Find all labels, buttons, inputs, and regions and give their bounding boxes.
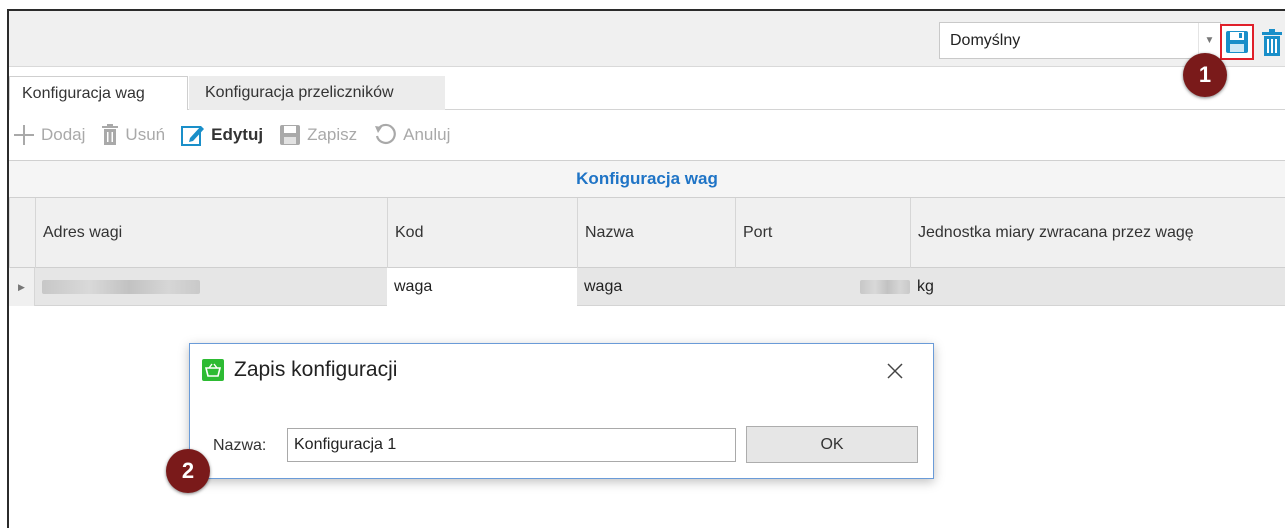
edit-button[interactable]: Edytuj bbox=[181, 123, 263, 147]
trash-icon bbox=[101, 124, 119, 146]
dialog-title-text: Zapis konfiguracji bbox=[234, 358, 398, 381]
plus-icon bbox=[13, 124, 35, 146]
column-header-jednostka[interactable]: Jednostka miary zwracana przez wagę bbox=[910, 198, 1285, 268]
add-button[interactable]: Dodaj bbox=[13, 124, 85, 146]
step-marker-1: 1 bbox=[1183, 53, 1227, 97]
tab-konfiguracja-wag[interactable]: Konfiguracja wag bbox=[9, 76, 188, 110]
floppy-disk-icon bbox=[279, 124, 301, 146]
row-indicator-header bbox=[9, 198, 35, 268]
step-marker-2: 2 bbox=[166, 449, 210, 493]
add-button-label: Dodaj bbox=[41, 125, 86, 144]
redacted-address bbox=[42, 280, 200, 294]
close-icon[interactable] bbox=[880, 356, 910, 386]
column-header-nazwa[interactable]: Nazwa bbox=[577, 198, 735, 268]
basket-app-icon bbox=[202, 359, 224, 381]
delete-configuration-button[interactable] bbox=[1259, 27, 1285, 59]
toolbar: Dodaj Usuń Edytuj Zapisz Anuluj bbox=[9, 111, 1285, 159]
scales-grid: Konfiguracja wag Adres wagi Kod Nazwa Po… bbox=[9, 160, 1285, 306]
configuration-select[interactable]: Domyślny ▼ bbox=[939, 22, 1221, 59]
cancel-button-label: Anuluj bbox=[403, 125, 451, 144]
delete-button-label: Usuń bbox=[125, 125, 166, 144]
application-window: Domyślny ▼ Konfiguracja wag Konfiguracja… bbox=[7, 9, 1285, 528]
save-configuration-dialog: Zapis konfiguracji Nazwa: OK bbox=[189, 343, 934, 479]
ok-button[interactable]: OK bbox=[746, 426, 918, 463]
row-indicator-icon: ▶ bbox=[9, 268, 35, 306]
cancel-button[interactable]: Anuluj bbox=[373, 123, 450, 147]
save-button-label: Zapisz bbox=[307, 125, 358, 144]
grid-title: Konfiguracja wag bbox=[9, 160, 1285, 198]
dialog-title: Zapis konfiguracji bbox=[202, 358, 397, 382]
save-button[interactable]: Zapisz bbox=[279, 124, 357, 146]
column-header-kod[interactable]: Kod bbox=[387, 198, 577, 268]
cell-port[interactable] bbox=[735, 268, 910, 306]
undo-icon bbox=[373, 123, 397, 147]
floppy-disk-icon bbox=[1226, 31, 1248, 53]
tab-konfiguracja-przelicznikow[interactable]: Konfiguracja przeliczników bbox=[189, 76, 445, 110]
column-header-adres[interactable]: Adres wagi bbox=[35, 198, 387, 268]
cell-jednostka[interactable]: kg bbox=[910, 268, 1285, 306]
edit-pencil-icon bbox=[181, 123, 205, 147]
delete-button[interactable]: Usuń bbox=[101, 124, 165, 146]
top-bar: Domyślny ▼ bbox=[9, 11, 1285, 67]
tab-bar: Konfiguracja wag Konfiguracja przeliczni… bbox=[9, 68, 1285, 110]
save-configuration-button[interactable] bbox=[1220, 24, 1254, 60]
edit-button-label: Edytuj bbox=[211, 125, 264, 144]
cell-kod[interactable]: waga bbox=[387, 268, 577, 306]
name-input[interactable] bbox=[287, 428, 736, 462]
column-header-port[interactable]: Port bbox=[735, 198, 910, 268]
trash-icon bbox=[1262, 29, 1282, 56]
configuration-select-value: Domyślny bbox=[950, 31, 1021, 49]
grid-header: Adres wagi Kod Nazwa Port Jednostka miar… bbox=[9, 198, 1285, 268]
redacted-port bbox=[860, 280, 910, 294]
cell-nazwa[interactable]: waga bbox=[577, 268, 735, 306]
cell-adres[interactable] bbox=[35, 268, 387, 306]
name-label: Nazwa: bbox=[213, 437, 267, 454]
table-row[interactable]: ▶ waga waga kg bbox=[9, 268, 1285, 306]
